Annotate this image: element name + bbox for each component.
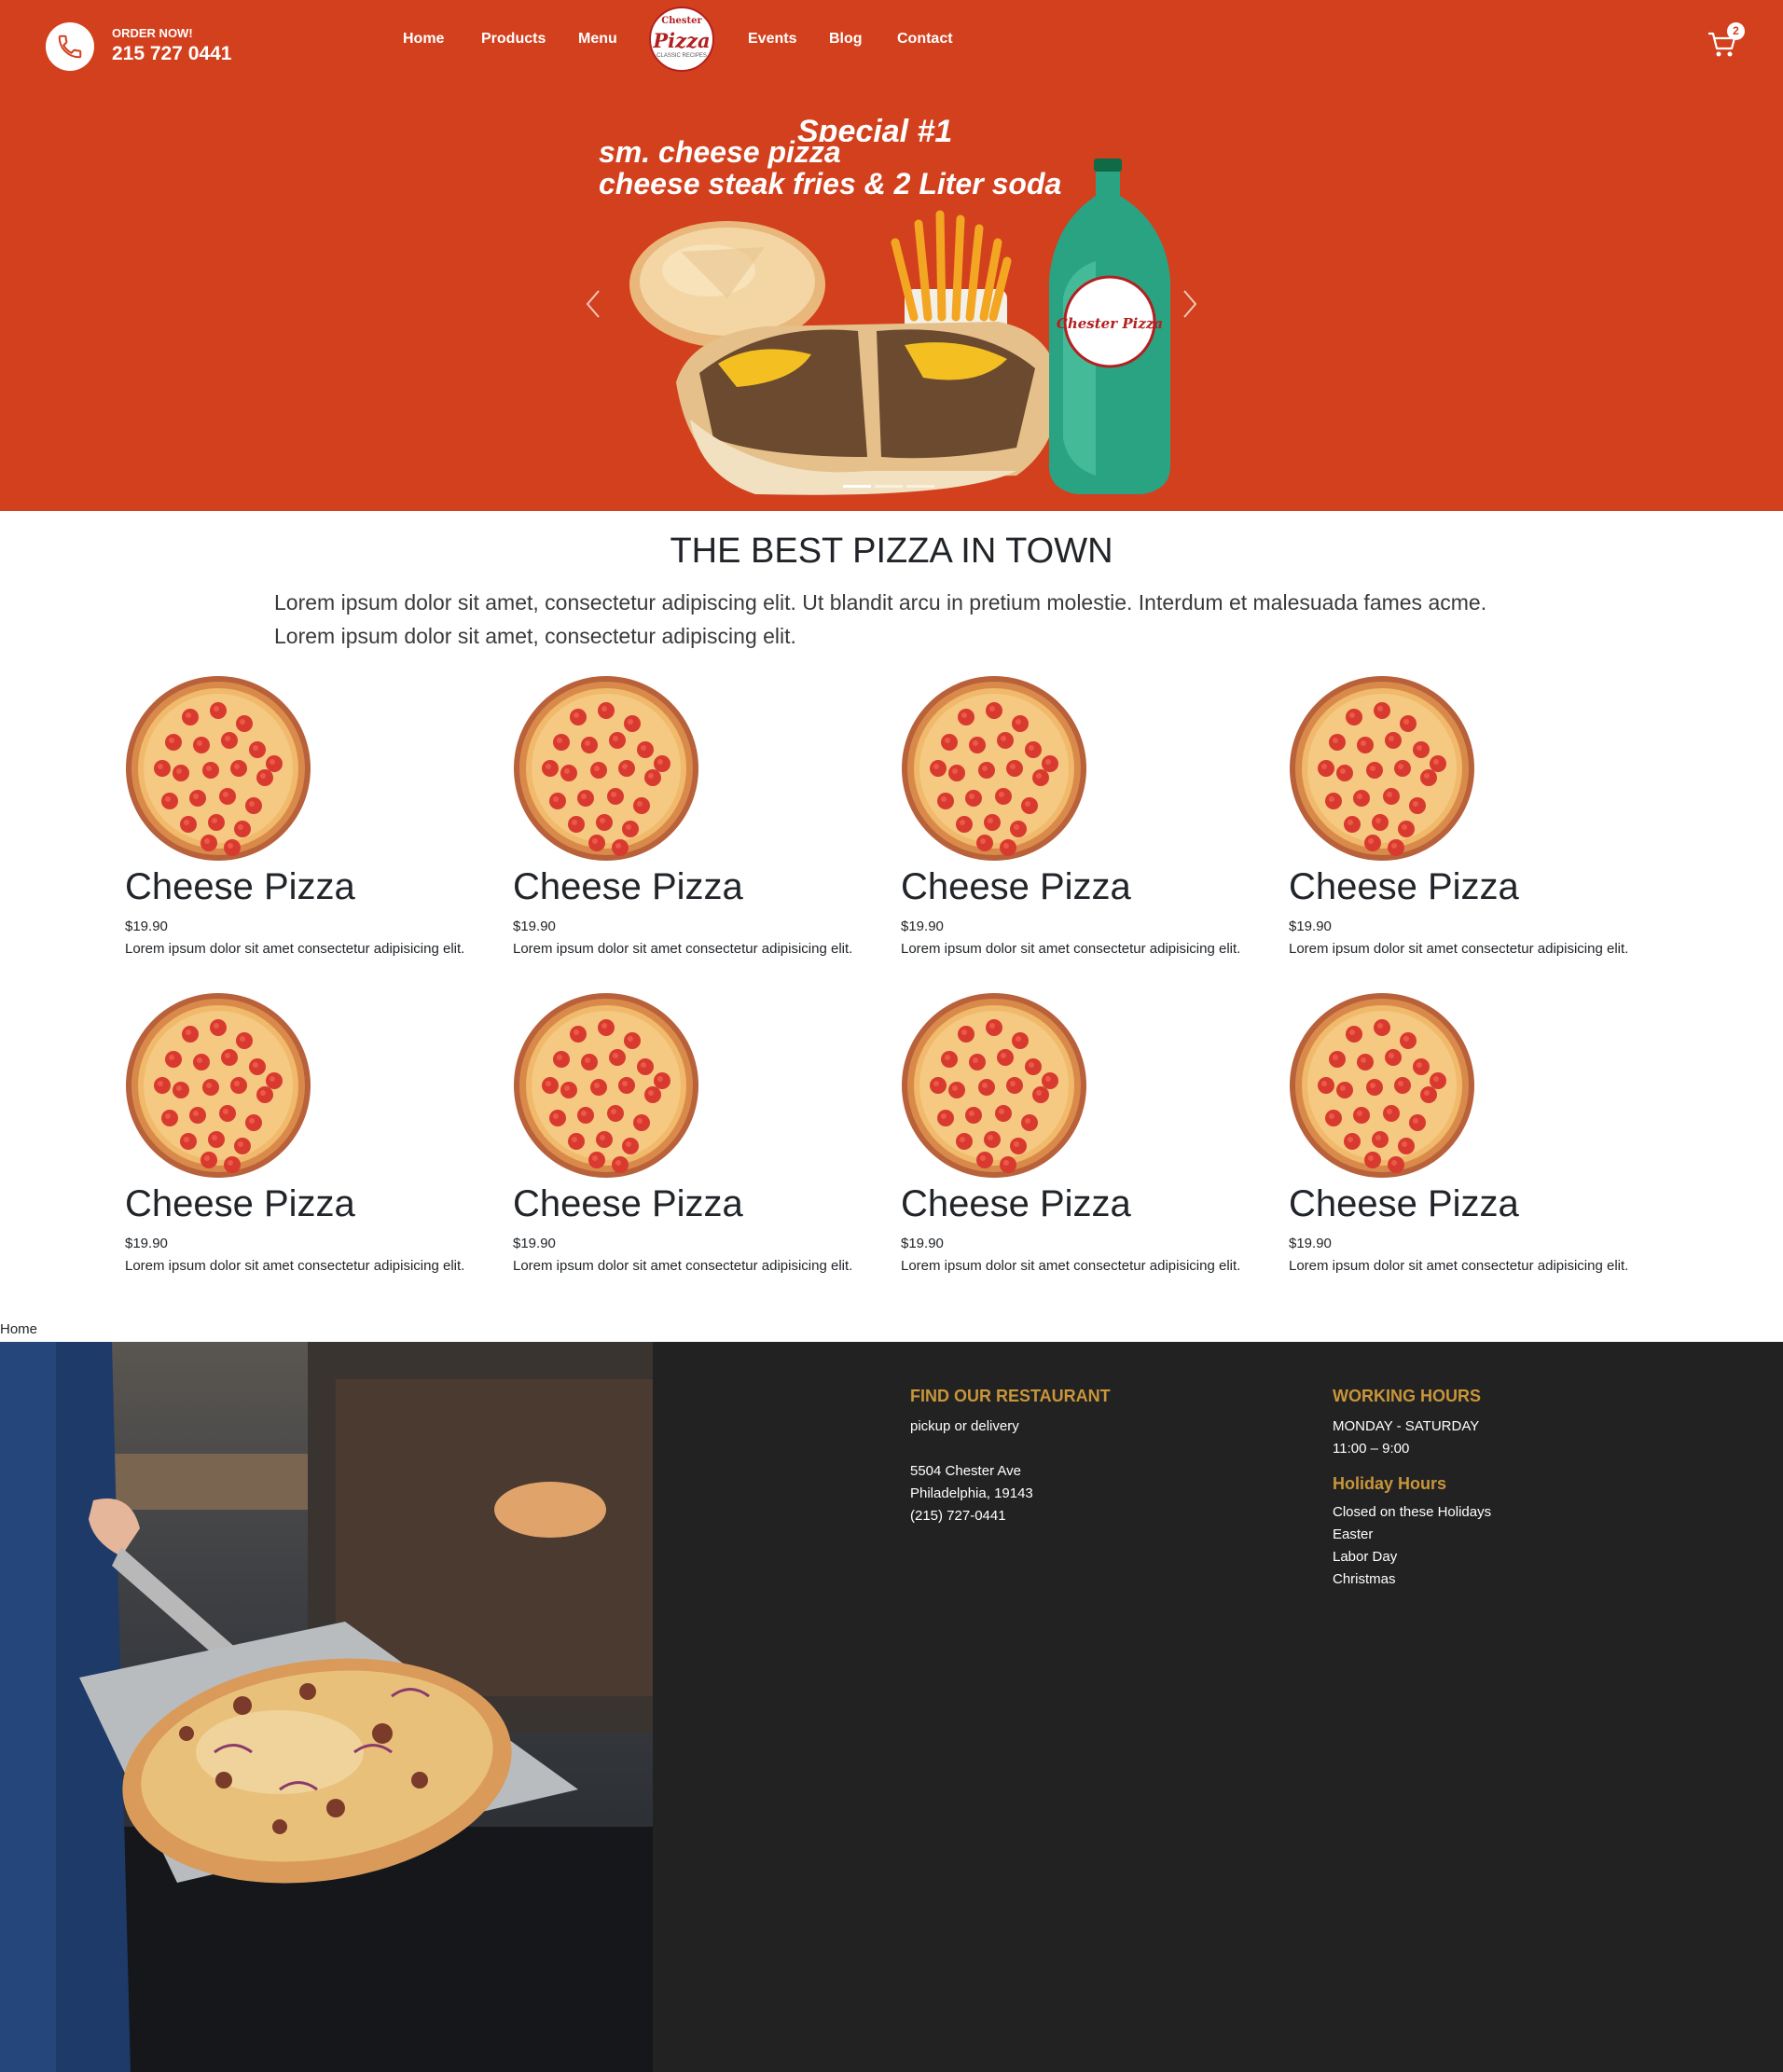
product-name: Cheese Pizza [125,866,355,907]
logo-bottom-text: CLASSIC RECIPES [657,53,707,59]
pizza-oven-photo [0,1342,653,2072]
nav-menu[interactable]: Menu [578,31,617,48]
product-price: $19.90 [1289,1236,1332,1251]
pickup-delivery-text: pickup or delivery [910,1418,1019,1434]
product-card[interactable]: Cheese Pizza $19.90 Lorem ipsum dolor si… [513,675,886,974]
nav-events[interactable]: Events [748,31,796,48]
hero-header: ORDER NOW! 215 727 0441 Home Products Me… [0,0,1783,511]
product-description: Lorem ipsum dolor sit amet consectetur a… [125,1258,465,1274]
product-card[interactable]: Cheese Pizza $19.90 Lorem ipsum dolor si… [1289,675,1662,974]
product-card[interactable]: Cheese Pizza $19.90 Lorem ipsum dolor si… [125,675,498,974]
product-card[interactable]: Cheese Pizza $19.90 Lorem ipsum dolor si… [1289,992,1662,1291]
phone-icon [58,35,82,59]
product-description: Lorem ipsum dolor sit amet consectetur a… [1289,1258,1629,1274]
holiday-item: Labor Day [1333,1549,1398,1565]
pizza-image [1290,993,1474,1178]
nav-products[interactable]: Products [481,31,546,48]
product-name: Cheese Pizza [125,1183,355,1224]
product-name: Cheese Pizza [1289,866,1519,907]
product-price: $19.90 [901,919,944,934]
brand-logo[interactable]: Chester Pizza CLASSIC RECIPES [649,7,714,72]
slider-prev-button[interactable] [582,287,604,321]
address-line-2: Philadelphia, 19143 [910,1485,1033,1501]
pizza-image [126,993,311,1178]
product-name: Cheese Pizza [901,866,1131,907]
product-price: $19.90 [1289,919,1332,934]
phone-badge[interactable] [46,22,94,71]
pizza-image [514,676,698,861]
logo-top-text: Chester [661,16,702,26]
pizza-image [902,993,1086,1178]
chevron-left-icon [586,290,600,318]
footer: FIND OUR RESTAURANT pickup or delivery 5… [0,1342,1783,2072]
holiday-item: Easter [1333,1526,1374,1542]
working-hours-heading: WORKING HOURS [1333,1387,1481,1405]
cart-count-badge: 2 [1727,22,1745,40]
product-price: $19.90 [125,919,168,934]
product-description: Lorem ipsum dolor sit amet consectetur a… [513,1258,853,1274]
product-description: Lorem ipsum dolor sit amet consectetur a… [901,941,1241,957]
chevron-right-icon [1183,290,1197,318]
product-description: Lorem ipsum dolor sit amet consectetur a… [125,941,465,957]
find-restaurant-heading: FIND OUR RESTAURANT [910,1387,1111,1405]
product-price: $19.90 [513,1236,556,1251]
top-navbar: ORDER NOW! 215 727 0441 Home Products Me… [0,0,1783,93]
nav-blog[interactable]: Blog [829,31,863,48]
slider-indicator[interactable] [875,485,903,488]
slider-next-button[interactable] [1179,287,1201,321]
footer-phone[interactable]: (215) 727-0441 [910,1508,1006,1524]
product-card[interactable]: Cheese Pizza $19.90 Lorem ipsum dolor si… [901,992,1274,1291]
nav-home[interactable]: Home [403,31,444,48]
slide-combo-image: Chester Pizza [629,159,1170,495]
slider-indicator[interactable] [906,485,934,488]
working-time: 11:00 – 9:00 [1333,1441,1410,1457]
holiday-hours-heading: Holiday Hours [1333,1474,1447,1493]
bottle-logo-text: Chester Pizza [1057,315,1163,332]
nav-contact[interactable]: Contact [897,31,953,48]
product-price: $19.90 [125,1236,168,1251]
order-phone-number[interactable]: 215 727 0441 [112,43,231,65]
product-name: Cheese Pizza [1289,1183,1519,1224]
section-title: THE BEST PIZZA IN TOWN [670,532,1113,571]
product-card[interactable]: Cheese Pizza $19.90 Lorem ipsum dolor si… [513,992,886,1291]
product-description: Lorem ipsum dolor sit amet consectetur a… [1289,941,1629,957]
address-line-1: 5504 Chester Ave [910,1463,1021,1479]
pizza-image [902,676,1086,861]
product-price: $19.90 [513,919,556,934]
breadcrumb-home[interactable]: Home [0,1321,37,1337]
pizza-image [126,676,311,861]
order-now-label: ORDER NOW! [112,26,193,40]
product-name: Cheese Pizza [513,1183,743,1224]
pizza-image [514,993,698,1178]
logo-main-text: Pizza [653,29,711,52]
product-description: Lorem ipsum dolor sit amet consectetur a… [513,941,853,957]
product-card[interactable]: Cheese Pizza $19.90 Lorem ipsum dolor si… [125,992,498,1291]
slider-indicator[interactable] [843,485,871,488]
product-name: Cheese Pizza [901,1183,1131,1224]
product-description: Lorem ipsum dolor sit amet consectetur a… [901,1258,1241,1274]
holiday-item: Christmas [1333,1571,1396,1587]
product-card[interactable]: Cheese Pizza $19.90 Lorem ipsum dolor si… [901,675,1274,974]
intro-text: Lorem ipsum dolor sit amet, consectetur … [274,590,1487,648]
product-name: Cheese Pizza [513,866,743,907]
product-price: $19.90 [901,1236,944,1251]
pizza-image [1290,676,1474,861]
holiday-closed-text: Closed on these Holidays [1333,1504,1492,1520]
working-days: MONDAY - SATURDAY [1333,1418,1480,1434]
